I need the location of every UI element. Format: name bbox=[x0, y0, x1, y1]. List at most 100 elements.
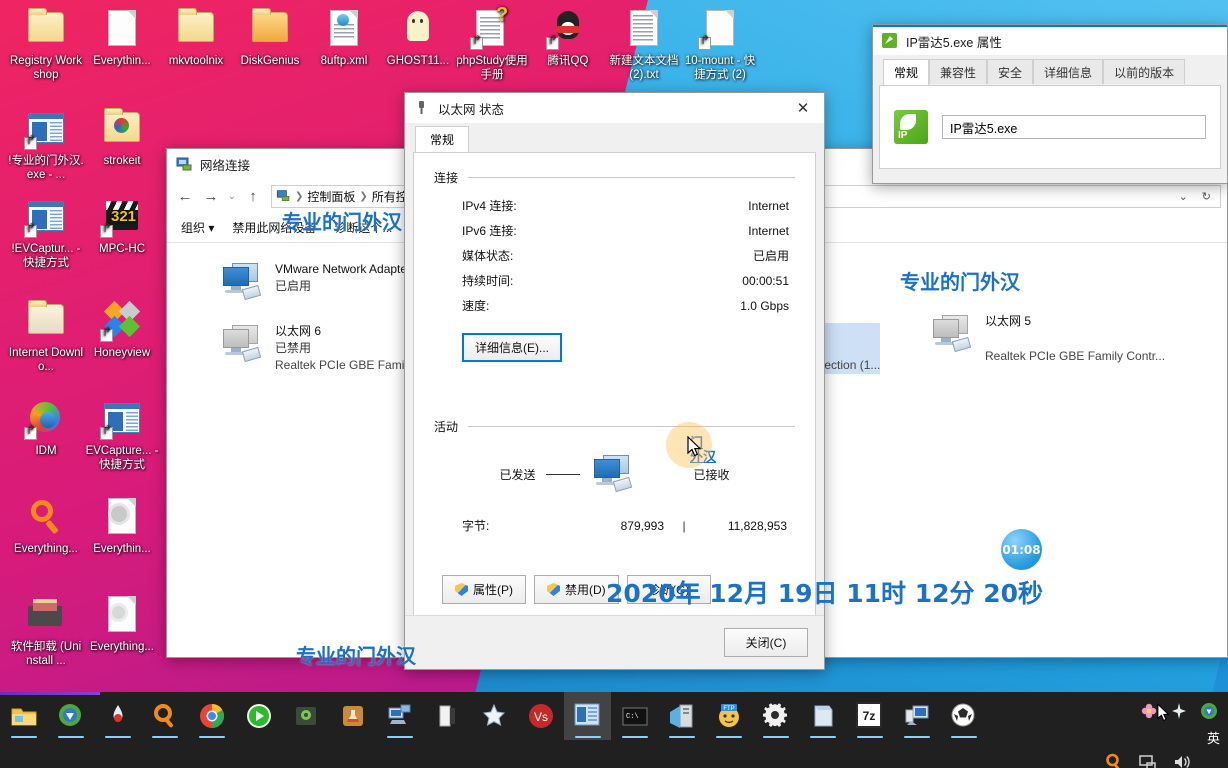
volume-tray-icon[interactable] bbox=[1172, 752, 1192, 768]
desktop-icon-new-text-document[interactable]: 新建文本文档 (2).txt bbox=[606, 8, 682, 82]
tab-compatibility[interactable]: 兼容性 bbox=[929, 59, 988, 84]
breadcrumb-control-panel[interactable]: 控制面板 bbox=[307, 188, 355, 205]
taskbar-item-football-app[interactable] bbox=[940, 692, 987, 740]
taskbar-item-potion-app[interactable] bbox=[329, 692, 376, 740]
status-dialog-titlebar[interactable]: 以太网 状态 ✕ bbox=[405, 93, 824, 123]
tab-previous-versions[interactable]: 以前的版本 bbox=[1103, 59, 1186, 84]
taskbar[interactable]: Vs C:\ FTP 7z 英 bbox=[0, 692, 1228, 768]
refresh-icon[interactable]: ↻ bbox=[1197, 190, 1216, 203]
activity-group-label: 活动 bbox=[434, 420, 459, 434]
taskbar-item-star-app[interactable] bbox=[470, 692, 517, 740]
properties-tabstrip: 常规 兼容性 安全 详细信息 以前的版本 bbox=[873, 55, 1227, 85]
properties-dialog-titlebar[interactable]: IP雷达5.exe 属性 bbox=[873, 25, 1227, 55]
button-label: 禁用(D) bbox=[565, 583, 606, 597]
ipradar-icon bbox=[574, 702, 602, 730]
taskbar-item-idm[interactable] bbox=[47, 692, 94, 740]
activity-group-header: 活动 bbox=[434, 418, 795, 435]
desktop-icon-diskgenius[interactable]: DiskGenius bbox=[232, 8, 308, 69]
desktop-icon-everything-1[interactable]: Everythin... bbox=[84, 8, 160, 69]
status-row-ipv4: IPv4 连接: Internet bbox=[434, 194, 795, 219]
taskbar-item-ink-drop[interactable] bbox=[94, 692, 141, 740]
diagnose-button[interactable]: 诊断这个... bbox=[334, 219, 392, 236]
desktop-icon-everything-search[interactable]: Everything... bbox=[8, 496, 84, 557]
desktop-icon-evcapture-shortcut-1[interactable]: !EVCaptur... - 快捷方式 bbox=[8, 196, 84, 270]
taskbar-item-vs-app[interactable]: Vs bbox=[517, 692, 564, 740]
folder-icon bbox=[246, 8, 294, 52]
close-icon[interactable]: ✕ bbox=[782, 93, 824, 123]
running-indicator bbox=[762, 736, 789, 738]
desktop-icon-idm[interactable]: IDM bbox=[8, 398, 84, 459]
desktop-icon-10-mount-shortcut[interactable]: 10-mount - 快捷方式 (2) bbox=[682, 8, 758, 82]
search-tray-icon[interactable] bbox=[1104, 752, 1124, 768]
taskbar-item-chrome[interactable] bbox=[188, 692, 235, 740]
taskbar-item-monitor-app[interactable] bbox=[893, 692, 940, 740]
chevron-down-icon[interactable]: ⌄ bbox=[1174, 190, 1193, 203]
taskbar-item-7zip[interactable]: 7z bbox=[846, 692, 893, 740]
sparkle-icon[interactable] bbox=[1170, 702, 1188, 720]
ftp-icon: FTP bbox=[715, 702, 743, 730]
desktop-icon-registry-workshop[interactable]: Registry Workshop bbox=[8, 8, 84, 82]
up-button[interactable]: ↑ bbox=[241, 184, 265, 208]
recent-locations-button[interactable]: ⌄ bbox=[225, 184, 239, 208]
ime-indicator[interactable]: 英 bbox=[1207, 728, 1220, 747]
desktop-icon-label: 新建文本文档 (2).txt bbox=[609, 55, 679, 81]
desktop-icon-ghost11[interactable]: GHOST11... bbox=[380, 8, 456, 69]
close-button[interactable]: 关闭(C) bbox=[724, 628, 808, 657]
ip-radar-properties-dialog[interactable]: IP雷达5.exe 属性 常规 兼容性 安全 详细信息 以前的版本 IP雷达5.… bbox=[872, 24, 1228, 184]
status-row-speed: 速度: 1.0 Gbps bbox=[434, 294, 795, 319]
taskbar-item-notepad-app[interactable] bbox=[799, 692, 846, 740]
details-button[interactable]: 详细信息(E)... bbox=[462, 333, 562, 362]
tab-general[interactable]: 常规 bbox=[883, 59, 930, 85]
desktop-icon-mkvtoolnix[interactable]: mkvtoolnix bbox=[158, 8, 234, 69]
tab-details[interactable]: 详细信息 bbox=[1033, 59, 1104, 84]
properties-button[interactable]: 属性(P) bbox=[442, 575, 526, 604]
desktop-icon-tencent-qq[interactable]: 腾讯QQ bbox=[530, 8, 606, 69]
taskbar-item-ip-radar[interactable] bbox=[564, 692, 611, 740]
idm-tray-icon[interactable] bbox=[1200, 702, 1218, 720]
console-icon: C:\ bbox=[621, 702, 649, 730]
taskbar-item-file-explorer[interactable] bbox=[0, 692, 47, 740]
network-adapter-icon bbox=[219, 323, 265, 365]
network-tray-icon[interactable] bbox=[1138, 752, 1158, 768]
diagnose-button[interactable]: 诊断(G) bbox=[626, 575, 711, 604]
network-item-name: 以太网 5 bbox=[985, 314, 1032, 328]
desktop-icon-mpc-hc[interactable]: 321 MPC-HC bbox=[84, 196, 160, 257]
tab-security[interactable]: 安全 bbox=[987, 59, 1034, 84]
desktop-icon-professional-layman-exe[interactable]: !专业的门外汉.exe - ... bbox=[8, 108, 84, 182]
flower-icon[interactable] bbox=[1140, 702, 1158, 720]
taskbar-item-everything-search[interactable] bbox=[141, 692, 188, 740]
sent-label: 已发送 bbox=[499, 467, 536, 482]
disable-device-button[interactable]: 禁用此网络设备 bbox=[232, 219, 316, 236]
file-name-field[interactable]: IP雷达5.exe bbox=[942, 115, 1206, 139]
ethernet-status-dialog[interactable]: 以太网 状态 ✕ 常规 连接 IPv4 连接: Internet IPv6 连接… bbox=[404, 92, 825, 670]
desktop-icon-everything-config[interactable]: Everythin... bbox=[84, 496, 160, 557]
desktop-icon-evcapture-shortcut-2[interactable]: EVCapture... - 快捷方式 bbox=[84, 398, 160, 472]
desktop-icon-everything-config-2[interactable]: Everything... bbox=[84, 594, 160, 655]
disable-button[interactable]: 禁用(D) bbox=[534, 575, 619, 604]
tab-general[interactable]: 常规 bbox=[415, 126, 470, 152]
network-item-ethernet-5[interactable]: 以太网 5 Realtek PCIe GBE Family Contr... bbox=[929, 313, 1228, 365]
taskbar-item-settings-app[interactable] bbox=[282, 692, 329, 740]
desktop-icon-label: EVCapture... - 快捷方式 bbox=[85, 445, 159, 471]
desktop-icon-uninstall-tool[interactable]: 软件卸载 (Uninstall ... bbox=[8, 594, 84, 668]
svg-text:7z: 7z bbox=[862, 709, 875, 723]
taskbar-item-settings-gear[interactable] bbox=[752, 692, 799, 740]
gear-icon bbox=[762, 702, 790, 730]
chrome-icon bbox=[198, 702, 226, 730]
desktop-icon-8uftp-xml[interactable]: 8uftp.xml bbox=[306, 8, 382, 69]
taskbar-item-server-app[interactable] bbox=[658, 692, 705, 740]
desktop-icon-honeyview[interactable]: Honeyview bbox=[84, 300, 160, 361]
forward-button[interactable]: → bbox=[199, 184, 223, 208]
taskbar-item-media-player[interactable] bbox=[235, 692, 282, 740]
taskbar-item-network-connections[interactable] bbox=[376, 692, 423, 740]
desktop-icon-phpstudy-manual[interactable]: ? phpStudy使用手册 bbox=[454, 5, 530, 82]
taskbar-item-notes-app[interactable] bbox=[423, 692, 470, 740]
desktop-icon-label: Everything... bbox=[14, 543, 78, 555]
taskbar-item-ftp-app[interactable]: FTP bbox=[705, 692, 752, 740]
back-button[interactable]: ← bbox=[173, 184, 197, 208]
desktop-icon-strokeit[interactable]: strokeit bbox=[84, 108, 160, 169]
organize-button[interactable]: 组织 ▾ bbox=[181, 219, 214, 236]
system-tray: 英 bbox=[1078, 692, 1228, 768]
taskbar-item-console[interactable]: C:\ bbox=[611, 692, 658, 740]
desktop-icon-internet-download[interactable]: Internet Downlo... bbox=[8, 300, 84, 374]
